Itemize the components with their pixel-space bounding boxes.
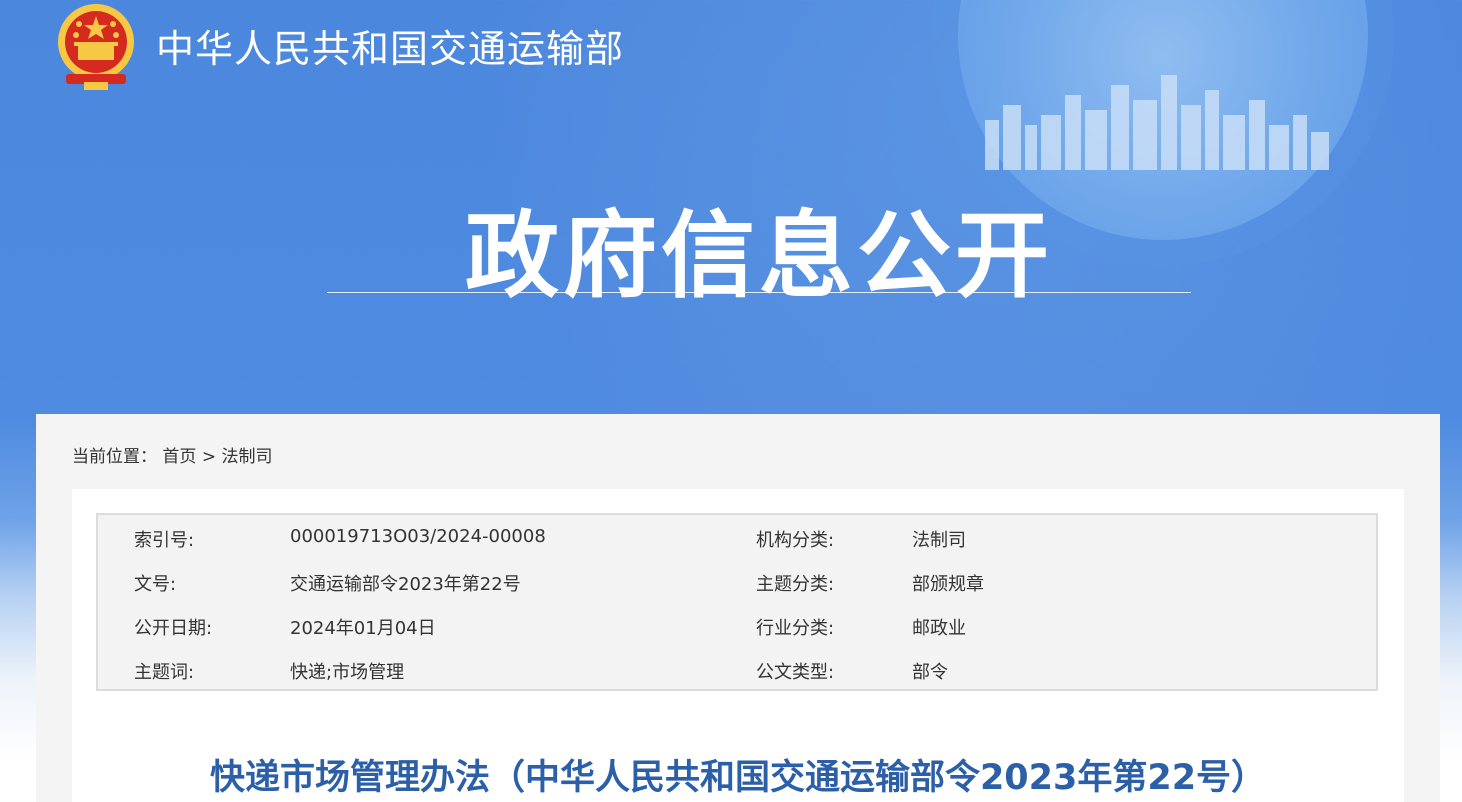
content-panel: 当前位置： 首页 > 法制司 索引号: 000019713O03/2024-00… — [36, 414, 1440, 802]
meta-label: 主题词: — [134, 662, 195, 683]
meta-value: 法制司 — [912, 530, 966, 551]
meta-label: 主题分类: — [756, 574, 835, 595]
meta-value: 部颁规章 — [912, 574, 984, 595]
meta-label: 文号: — [134, 574, 177, 595]
ministry-name[interactable]: 中华人民共和国交通运输部 — [156, 18, 624, 73]
meta-value: 快递;市场管理 — [290, 662, 405, 683]
page-heading: 政府信息公开 — [464, 202, 1053, 311]
breadcrumb-separator: > — [201, 447, 217, 467]
meta-label: 索引号: — [134, 530, 195, 551]
breadcrumb: 当前位置： 首页 > 法制司 — [72, 442, 272, 467]
meta-value: 2024年01月04日 — [290, 618, 436, 639]
meta-label: 公文类型: — [756, 662, 835, 683]
document-title: 快递市场管理办法（中华人民共和国交通运输部令2023年第22号） — [209, 758, 1267, 798]
meta-value: 邮政业 — [912, 618, 966, 639]
meta-value: 交通运输部令2023年第22号 — [290, 574, 521, 595]
breadcrumb-department-link[interactable]: 法制司 — [221, 447, 272, 467]
article-card: 索引号: 000019713O03/2024-00008 机构分类: 法制司 文… — [72, 489, 1404, 802]
meta-row: 主题词: 快递;市场管理 公文类型: 部令 — [98, 647, 1376, 691]
meta-value: 000019713O03/2024-00008 — [290, 526, 546, 547]
meta-row: 索引号: 000019713O03/2024-00008 机构分类: 法制司 — [98, 515, 1376, 559]
meta-label: 机构分类: — [756, 530, 835, 551]
meta-value: 部令 — [912, 662, 948, 683]
meta-row: 文号: 交通运输部令2023年第22号 主题分类: 部颁规章 — [98, 559, 1376, 603]
meta-row: 公开日期: 2024年01月04日 行业分类: 邮政业 — [98, 603, 1376, 647]
breadcrumb-home-link[interactable]: 首页 — [162, 447, 196, 467]
site-header: 中华人民共和国交通运输部 政府信息公开 — [0, 0, 1462, 410]
breadcrumb-prefix: 当前位置： — [72, 447, 157, 467]
national-emblem-icon[interactable] — [54, 2, 138, 92]
heading-divider — [327, 292, 1191, 293]
document-metadata: 索引号: 000019713O03/2024-00008 机构分类: 法制司 文… — [96, 513, 1378, 691]
meta-label: 公开日期: — [134, 618, 213, 639]
meta-label: 行业分类: — [756, 618, 835, 639]
